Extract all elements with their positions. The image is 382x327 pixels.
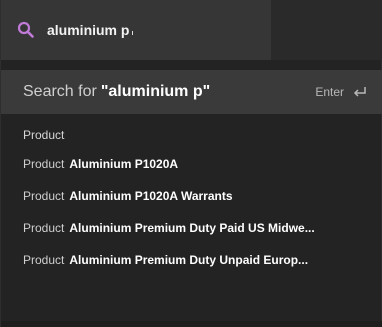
result-item[interactable]: Product Aluminium Premium Duty Unpaid Eu…	[1, 244, 382, 276]
search-input[interactable]	[47, 20, 247, 40]
result-item[interactable]: Product Aluminium P1020A Warrants	[1, 180, 382, 212]
search-for-query: "aluminium p"	[100, 83, 211, 100]
search-icon	[17, 21, 35, 39]
result-type-label: Product	[23, 221, 65, 235]
result-name: Aluminium P1020A Warrants	[69, 189, 233, 203]
result-item[interactable]: Product Aluminium P1020A	[1, 148, 382, 180]
search-dropdown-panel: Search for "aluminium p" Enter Product P…	[0, 0, 382, 327]
text-cursor	[132, 31, 133, 35]
header-background	[271, 0, 382, 60]
search-for-option[interactable]: Search for "aluminium p" Enter	[1, 70, 382, 114]
result-name: Aluminium P1020A	[69, 157, 179, 171]
panel-bottom-edge	[1, 321, 382, 327]
results-list: Product Aluminium P1020A Product Alumini…	[1, 148, 382, 276]
search-for-prefix: Search for	[23, 83, 97, 100]
enter-label: Enter	[315, 85, 344, 99]
result-name: Aluminium Premium Duty Paid US Midwe...	[69, 221, 315, 235]
result-name: Aluminium Premium Duty Unpaid Europ...	[69, 253, 309, 267]
enter-return-icon	[352, 85, 368, 99]
result-type-label: Product	[23, 189, 65, 203]
result-item[interactable]: Product Aluminium Premium Duty Paid US M…	[1, 212, 382, 244]
enter-hint: Enter	[315, 85, 368, 99]
section-header-product: Product	[23, 128, 65, 142]
result-type-label: Product	[23, 157, 65, 171]
search-bar[interactable]	[1, 0, 271, 60]
result-type-label: Product	[23, 253, 65, 267]
